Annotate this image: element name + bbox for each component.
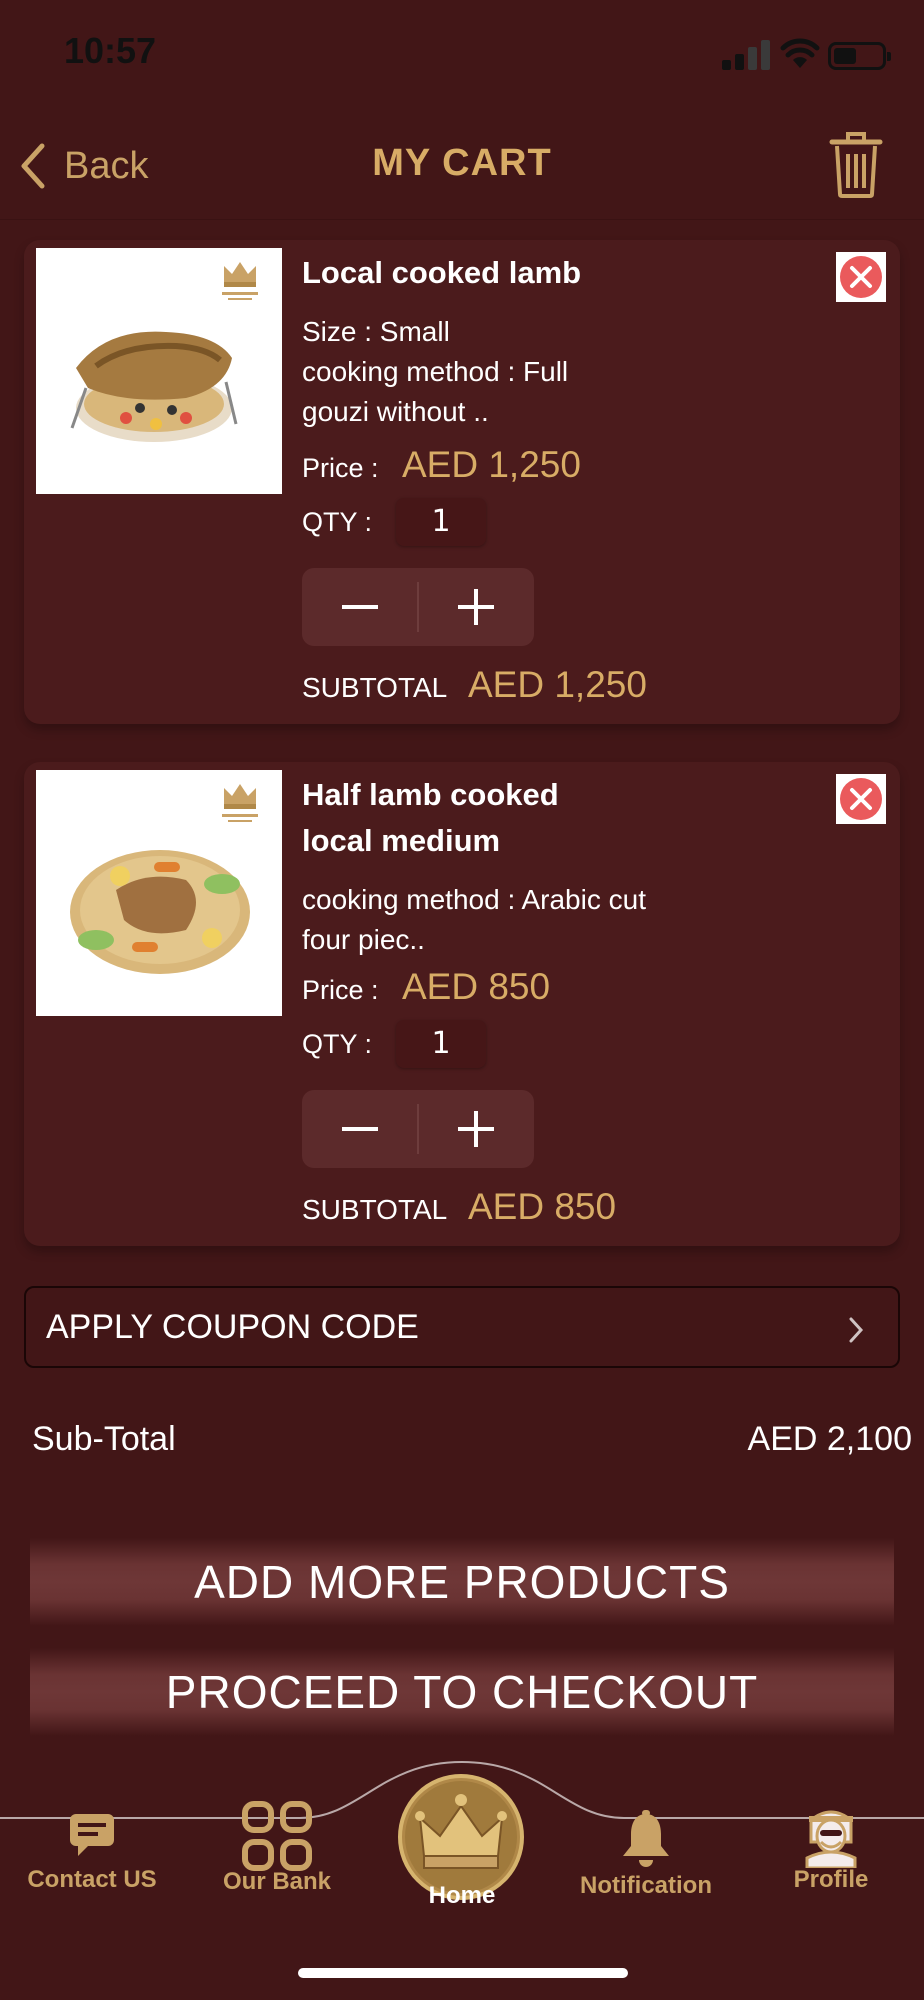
nav-label: Our Bank — [222, 1868, 332, 1895]
home-indicator[interactable] — [298, 1968, 628, 1978]
product-cooking-method-cont: gouzi without .. — [302, 396, 489, 427]
subtotal-value: AED 850 — [468, 1186, 617, 1227]
apply-coupon-button[interactable]: APPLY COUPON CODE — [24, 1286, 900, 1368]
product-cooking-method: cooking method : Arabic cut — [302, 884, 646, 915]
nav-our-bank[interactable]: Our Bank — [187, 1801, 367, 1896]
proceed-to-checkout-button[interactable]: PROCEED TO CHECKOUT — [30, 1648, 894, 1736]
plus-icon — [458, 589, 494, 625]
cart-item: Half lamb cooked local medium cooking me… — [24, 762, 900, 1246]
product-cooking-method-cont: four piec.. — [302, 924, 425, 955]
subtotal-value: AED 1,250 — [468, 664, 647, 705]
qty-row: QTY : 1 — [302, 1020, 486, 1068]
quantity-stepper — [302, 568, 534, 646]
subtotal-label: SUBTOTAL — [302, 672, 448, 703]
price-label: Price : — [302, 453, 379, 483]
qty-label: QTY : — [302, 1028, 373, 1059]
product-name: Half lamb cooked local medium — [302, 772, 632, 864]
product-image[interactable] — [36, 248, 282, 494]
nav-contact-us[interactable]: Contact US — [2, 1812, 182, 1894]
close-icon — [850, 788, 872, 810]
nav-profile[interactable]: Profile — [741, 1810, 921, 1894]
close-icon — [850, 266, 872, 288]
cart-item: Local cooked lamb Size : Small cooking m… — [24, 240, 900, 724]
plus-icon — [458, 1111, 494, 1147]
profile-avatar-icon — [805, 1810, 857, 1870]
trash-icon[interactable] — [828, 130, 884, 200]
remove-item-button[interactable] — [836, 774, 886, 824]
qty-field[interactable]: 1 — [396, 1020, 486, 1068]
cart-subtotal-value: AED 2,100 — [747, 1420, 912, 1458]
page-title: MY CART — [372, 142, 552, 184]
bank-icon — [242, 1801, 312, 1871]
chat-icon — [70, 1814, 114, 1856]
increase-qty-button[interactable] — [418, 568, 534, 646]
crown-logo-icon — [222, 262, 258, 300]
qty-field[interactable]: 1 — [396, 498, 486, 546]
chevron-right-icon — [849, 1317, 864, 1343]
product-image[interactable] — [36, 770, 282, 1016]
price-value: AED 850 — [402, 966, 551, 1007]
decrease-qty-button[interactable] — [302, 568, 418, 646]
crown-icon — [405, 1781, 517, 1893]
battery-icon — [828, 42, 891, 70]
status-bar: 10:57 — [0, 0, 924, 110]
price-row: Price : AED 850 — [302, 966, 550, 1008]
product-details: Size : Small cooking method : Full gouzi… — [302, 312, 722, 432]
price-label: Price : — [302, 975, 379, 1005]
product-cooking-method: cooking method : Full — [302, 356, 569, 387]
coupon-label: APPLY COUPON CODE — [46, 1308, 419, 1346]
subtotal-label: SUBTOTAL — [302, 1194, 448, 1225]
crown-logo-icon — [222, 784, 258, 822]
product-size: Size : Small — [302, 316, 450, 347]
product-name-line-2: local medium — [302, 823, 501, 858]
product-details: cooking method : Arabic cut four piec.. — [302, 880, 722, 960]
minus-icon — [342, 1127, 378, 1131]
product-name: Local cooked lamb — [302, 255, 582, 290]
nav-label: Contact US — [27, 1866, 157, 1893]
qty-label: QTY : — [302, 506, 373, 537]
quantity-stepper — [302, 1090, 534, 1168]
nav-notification[interactable]: Notification — [556, 1810, 736, 1900]
subtotal-row: SUBTOTAL AED 850 — [302, 1186, 616, 1228]
cart-subtotal-label: Sub-Total — [32, 1420, 176, 1458]
header: Back MY CART — [0, 110, 924, 220]
signal-icon — [722, 40, 770, 70]
add-more-products-button[interactable]: ADD MORE PRODUCTS — [30, 1538, 894, 1626]
nav-label: Profile — [793, 1866, 869, 1893]
product-name-line-1: Half lamb cooked — [302, 777, 559, 812]
nav-home-label: Home — [428, 1882, 496, 1909]
remove-item-button[interactable] — [836, 252, 886, 302]
minus-icon — [342, 605, 378, 609]
bell-icon — [623, 1810, 669, 1867]
price-row: Price : AED 1,250 — [302, 444, 581, 486]
decrease-qty-button[interactable] — [302, 1090, 418, 1168]
price-value: AED 1,250 — [402, 444, 581, 485]
subtotal-row: SUBTOTAL AED 1,250 — [302, 664, 647, 706]
wifi-icon — [780, 38, 820, 68]
cart-subtotal: Sub-Total AED 2,100 — [32, 1420, 912, 1459]
nav-label: Notification — [580, 1872, 712, 1899]
increase-qty-button[interactable] — [418, 1090, 534, 1168]
qty-row: QTY : 1 — [302, 498, 486, 546]
status-time: 10:57 — [64, 30, 157, 71]
